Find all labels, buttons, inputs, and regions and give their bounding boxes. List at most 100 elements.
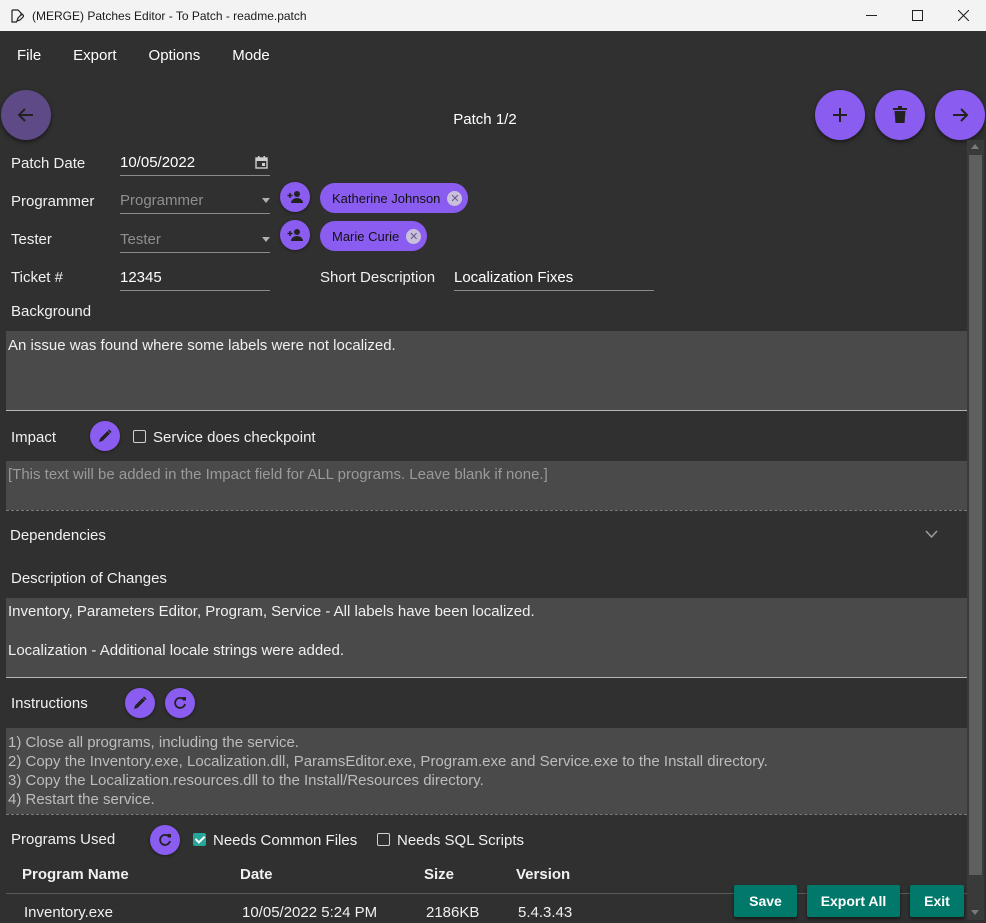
patch-date-field[interactable]: 10/05/2022 [120,150,270,176]
needs-common-files-label: Needs Common Files [213,832,358,849]
needs-sql-scripts-checkbox[interactable] [377,833,390,846]
next-patch-button[interactable] [935,90,985,140]
window-title: (MERGE) Patches Editor - To Patch - read… [32,8,307,23]
tester-label: Tester [11,231,52,248]
close-window-button[interactable] [940,0,986,31]
instructions-textarea[interactable]: 1) Close all programs, including the ser… [6,728,967,814]
edit-document-icon [11,8,24,23]
short-description-input[interactable]: Localization Fixes [454,265,654,291]
add-person-icon [287,191,303,203]
service-checkpoint-checkbox[interactable] [133,430,146,443]
divider [6,677,967,678]
maximize-icon [911,10,923,21]
pencil-icon [134,696,147,709]
add-programmer-button[interactable] [280,182,310,212]
scroll-down-icon[interactable] [971,910,979,915]
programmer-chip-label: Katherine Johnson [332,190,441,206]
divider [6,814,967,815]
tester-chip-label: Marie Curie [332,228,400,244]
save-button[interactable]: Save [734,885,797,917]
needs-sql-scripts-label: Needs SQL Scripts [397,832,524,849]
background-textarea[interactable]: An issue was found where some labels wer… [6,331,967,410]
refresh-icon [174,697,186,709]
programmer-label: Programmer [11,193,95,210]
changes-line: Localization - Additional locale strings… [8,642,345,659]
program-version-cell: 5.4.3.43 [518,904,573,921]
patch-date-value: 10/05/2022 [120,154,196,171]
close-icon [957,10,969,21]
trash-icon [893,106,907,123]
remove-chip-icon[interactable]: ✕ [406,228,422,244]
menu-export[interactable]: Export [61,47,128,64]
menu-options[interactable]: Options [137,47,213,64]
program-name-cell: Inventory.exe [24,904,113,921]
minimize-button[interactable] [848,0,894,31]
ticket-value: 12345 [120,269,162,286]
instructions-line: 3) Copy the Localization.resources.dll t… [8,772,484,789]
programmer-placeholder: Programmer [120,192,204,209]
export-all-button[interactable]: Export All [807,885,900,917]
instructions-line: 4) Restart the service. [8,791,155,808]
menu-file[interactable]: File [5,47,53,64]
tester-chip[interactable]: Marie Curie ✕ [320,221,428,251]
impact-placeholder: [This text will be added in the Impact f… [8,466,548,483]
short-description-label: Short Description [320,269,436,286]
instructions-line: 2) Copy the Inventory.exe, Localization.… [8,753,768,770]
minimize-icon [865,15,877,16]
add-patch-button[interactable] [815,90,865,140]
add-tester-button[interactable] [280,220,310,250]
calendar-icon[interactable] [255,156,268,169]
tester-placeholder: Tester [120,231,161,248]
maximize-button[interactable] [894,0,940,31]
refresh-instructions-button[interactable] [165,688,195,718]
program-date-cell: 10/05/2022 5:24 PM [242,904,378,921]
divider [6,410,967,411]
ticket-input[interactable]: 12345 [120,265,270,291]
arrow-left-icon [17,108,33,122]
remove-chip-icon[interactable]: ✕ [447,190,463,206]
add-person-icon [287,229,303,241]
changes-label: Description of Changes [11,570,167,587]
background-text: An issue was found where some labels wer… [8,337,396,354]
programmer-select[interactable]: Programmer [120,188,270,214]
refresh-icon [159,834,171,846]
tester-select[interactable]: Tester [120,227,270,253]
pencil-icon [99,429,112,442]
column-header-version[interactable]: Version [516,866,570,883]
program-size-cell: 2186KB [426,904,480,921]
dropdown-caret-icon [262,237,270,242]
vertical-scrollbar[interactable] [967,140,984,920]
ticket-label: Ticket # [11,269,63,286]
instructions-label: Instructions [11,695,88,712]
background-label: Background [11,303,92,320]
delete-patch-button[interactable] [875,90,925,140]
programmer-chip[interactable]: Katherine Johnson ✕ [320,183,469,213]
edit-impact-button[interactable] [90,421,120,451]
title-bar: (MERGE) Patches Editor - To Patch - read… [0,0,986,31]
refresh-programs-button[interactable] [150,825,180,855]
impact-textarea[interactable]: [This text will be added in the Impact f… [6,461,967,510]
patch-date-label: Patch Date [11,155,86,172]
dependencies-label: Dependencies [10,527,106,544]
impact-label: Impact [11,429,57,446]
column-header-program-name[interactable]: Program Name [22,866,129,883]
programs-used-label: Programs Used [11,831,116,848]
short-description-value: Localization Fixes [454,269,574,286]
arrow-right-icon [953,108,969,122]
menu-bar: File Export Options Mode [0,31,986,79]
edit-instructions-button[interactable] [125,688,155,718]
column-header-size[interactable]: Size [424,866,454,883]
previous-patch-button[interactable] [1,90,51,140]
scroll-up-icon[interactable] [971,144,979,149]
menu-mode[interactable]: Mode [220,47,282,64]
changes-line: Inventory, Parameters Editor, Program, S… [8,603,535,620]
dropdown-caret-icon [262,198,270,203]
dependencies-expander[interactable]: Dependencies [0,511,967,559]
exit-button[interactable]: Exit [910,885,964,917]
column-header-date[interactable]: Date [240,866,273,883]
scroll-thumb[interactable] [969,155,982,875]
service-checkpoint-label: Service does checkpoint [153,429,316,446]
needs-common-files-checkbox[interactable] [193,833,206,846]
changes-textarea[interactable]: Inventory, Parameters Editor, Program, S… [6,598,967,677]
patch-counter: Patch 1/2 [453,111,517,128]
